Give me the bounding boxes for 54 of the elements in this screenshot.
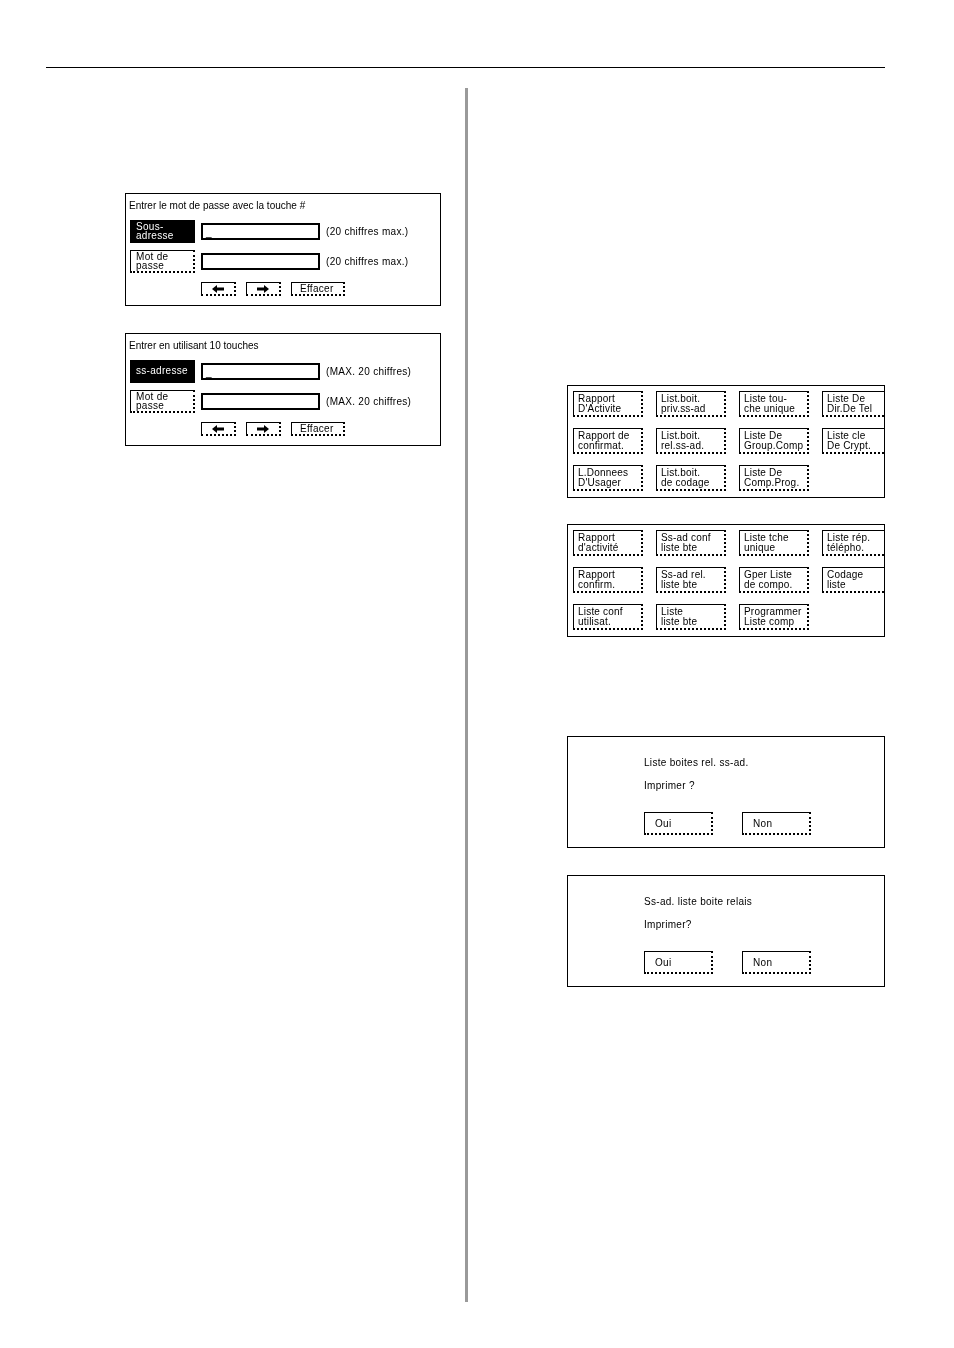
report-button[interactable]: Rapport confirm. [573, 567, 643, 593]
limit-note: (MAX. 20 chiffres) [326, 366, 412, 377]
panel-title: Entrer le mot de passe avec la touche # [129, 200, 307, 212]
field-key-button[interactable]: Sous- adresse [130, 220, 195, 243]
report-button[interactable]: Liste cle De Crypt. [822, 428, 884, 454]
report-button[interactable]: List.boit. de codage [656, 465, 726, 491]
report-button[interactable]: L.Donnees D'Usager [573, 465, 643, 491]
report-button[interactable]: Liste conf utilisat. [573, 604, 643, 630]
left-arrow-icon [212, 424, 224, 433]
field-key-button[interactable]: Mot de passe [130, 390, 195, 413]
report-button[interactable]: Ss-ad rel. liste bte [656, 567, 726, 593]
clear-button[interactable]: Effacer [291, 282, 345, 296]
dialog-button[interactable]: Non [742, 951, 811, 974]
report-button[interactable]: Liste De Group.Comp [739, 428, 809, 454]
input-field[interactable] [201, 253, 320, 270]
limit-note: (20 chiffres max.) [326, 256, 409, 267]
dialog-button[interactable]: Oui [644, 812, 713, 835]
left-arrow-button[interactable] [201, 422, 236, 436]
report-button[interactable]: Rapport de confirmat. [573, 428, 643, 454]
report-button[interactable]: Liste tou- che unique [739, 391, 809, 417]
left-arrow-icon [212, 284, 224, 293]
field-key-button[interactable]: Mot de passe [130, 250, 195, 273]
report-button[interactable]: Programmer Liste comp [739, 604, 809, 630]
dialog-question: Imprimer? [644, 919, 693, 931]
report-button[interactable]: Gper Liste de compo. [739, 567, 809, 593]
right-arrow-button[interactable] [246, 422, 281, 436]
dialog-button[interactable]: Oui [644, 951, 713, 974]
limit-note: (MAX. 20 chiffres) [326, 396, 412, 407]
dialog-button[interactable]: Non [742, 812, 811, 835]
right-arrow-button[interactable] [246, 282, 281, 296]
panel-title: Entrer en utilisant 10 touches [129, 340, 260, 352]
report-button[interactable]: Liste De Comp.Prog. [739, 465, 809, 491]
report-button[interactable]: Liste rép. télépho. [822, 530, 884, 556]
limit-note: (20 chiffres max.) [326, 226, 409, 237]
dialog-message: Liste boites rel. ss-ad. [644, 757, 750, 769]
report-button[interactable]: Liste tche unique [739, 530, 809, 556]
dialog-question: Imprimer ? [644, 780, 696, 792]
clear-button[interactable]: Effacer [291, 422, 345, 436]
input-field[interactable]: _ [201, 363, 320, 380]
report-button[interactable]: List.boit. priv.ss-ad [656, 391, 726, 417]
report-button[interactable]: Rapport d'activité [573, 530, 643, 556]
right-arrow-icon [257, 284, 269, 293]
report-button[interactable]: Ss-ad conf liste bte [656, 530, 726, 556]
left-arrow-button[interactable] [201, 282, 236, 296]
report-button[interactable]: Liste De Dir.De Tel [822, 391, 884, 417]
right-arrow-icon [257, 424, 269, 433]
report-button[interactable]: Liste liste bte [656, 604, 726, 630]
input-field[interactable] [201, 393, 320, 410]
input-field[interactable]: _ [201, 223, 320, 240]
dialog-message: Ss-ad. liste boite relais [644, 896, 754, 908]
field-key-button[interactable]: ss-adresse [130, 360, 195, 383]
report-button[interactable]: Rapport D'Activite [573, 391, 643, 417]
report-button[interactable]: List.boit. rel.ss-ad. [656, 428, 726, 454]
report-button[interactable]: Codage liste [822, 567, 884, 593]
